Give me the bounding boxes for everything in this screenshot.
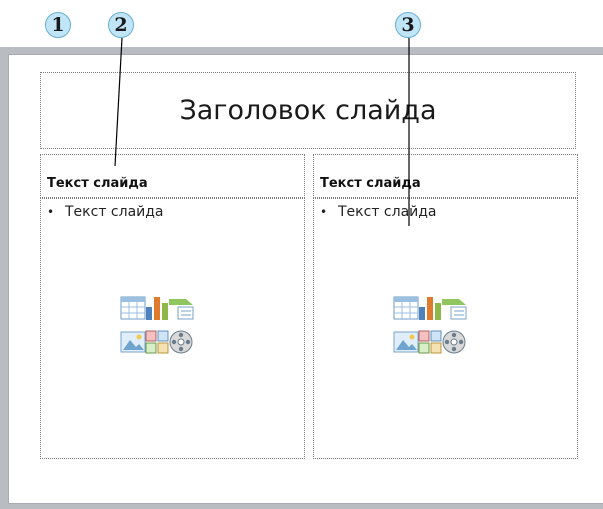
- callout-leaders: [114, 37, 410, 226]
